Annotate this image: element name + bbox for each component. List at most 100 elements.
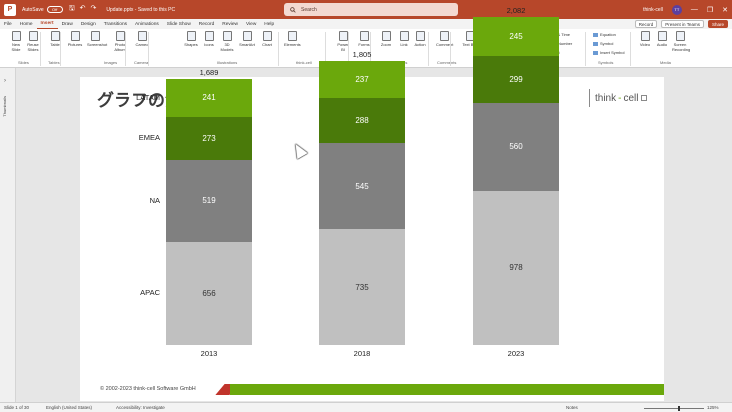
reuse-slides-icon (28, 31, 38, 41)
ribbon-button-shapes[interactable]: Shapes (183, 31, 199, 47)
avatar[interactable]: TT (671, 4, 682, 15)
tab-help[interactable]: Help (260, 19, 278, 29)
title-bar-right: think-cell TT — ❐ ✕ (643, 0, 728, 19)
quick-access-toolbar: 🖫 ↶ ↷ (69, 4, 97, 15)
ribbon-button-video[interactable]: Video (637, 31, 653, 47)
comment-icon (439, 31, 449, 41)
tab-animations[interactable]: Animations (131, 19, 163, 29)
audio-icon (657, 31, 667, 41)
ribbon-button-3d-models[interactable]: 3D Models (219, 31, 235, 52)
series-label-apac[interactable]: APAC (120, 288, 160, 297)
ribbon-button-audio[interactable]: Audio (654, 31, 670, 47)
ribbon-group-label: Tables (48, 60, 60, 65)
cameo-icon (137, 31, 147, 41)
logo-box-icon (641, 95, 648, 101)
share-button[interactable]: Share (707, 20, 728, 28)
power-bi-icon (338, 31, 348, 41)
ribbon-small-item-symbol[interactable]: Symbol (593, 41, 613, 46)
tab-review[interactable]: Review (218, 19, 242, 29)
thumbnails-pane[interactable]: › Thumbnails (0, 68, 16, 402)
ribbon-button-link[interactable]: Link (396, 31, 412, 47)
restore-icon[interactable]: ❐ (707, 6, 713, 14)
slide-canvas[interactable]: グラフの注釈 think - cell 656 519 273 241 1,689 2013 7… (80, 6, 664, 401)
search-box[interactable]: Search (284, 3, 458, 16)
tab-draw[interactable]: Draw (58, 19, 77, 29)
ribbon-button-reuse-slides[interactable]: Reuse Slides (25, 31, 41, 52)
bar-segment-latam-2013[interactable]: 241 (166, 78, 252, 117)
bar-segment-apac-2018[interactable]: 735 (319, 229, 405, 345)
ribbon-small-item-insert-symbol[interactable]: Insert Symbol (593, 50, 624, 55)
ribbon-button-icons[interactable]: Icons (201, 31, 217, 47)
bar-segment-na-2023[interactable]: 560 (473, 102, 559, 191)
ribbon-group-label: Symbols (598, 60, 614, 65)
x-axis-label-2013[interactable]: 2013 (166, 349, 252, 358)
tab-home[interactable]: Home (16, 19, 37, 29)
tab-record[interactable]: Record (195, 19, 218, 29)
x-axis-label-2018[interactable]: 2018 (319, 349, 405, 358)
ribbon-button-chart[interactable]: Chart (259, 31, 275, 47)
minimize-icon[interactable]: — (691, 6, 698, 13)
tab-transitions[interactable]: Transitions (100, 19, 131, 29)
ribbon-group-label: Media (660, 60, 671, 65)
action-icon (415, 31, 425, 41)
search-icon (290, 6, 296, 13)
ribbon-button-elements[interactable]: Elements (284, 31, 301, 47)
bar-segment-emea-2023[interactable]: 299 (473, 55, 559, 103)
present-in-teams-button[interactable]: Present in Teams (661, 20, 704, 28)
autosave-toggle[interactable]: Off (46, 6, 63, 13)
bar-segment-na-2013[interactable]: 519 (166, 159, 252, 242)
bar-segment-apac-2013[interactable]: 656 (166, 241, 252, 345)
screenshot-icon (90, 31, 100, 41)
series-label-emea[interactable]: EMEA (120, 133, 160, 142)
zoom-slider-thumb[interactable] (678, 406, 680, 411)
ribbon-button-pictures[interactable]: Pictures (67, 31, 83, 47)
chevron-right-icon[interactable]: › (4, 78, 6, 84)
ribbon-button-label: Shapes (184, 42, 198, 47)
series-label-na[interactable]: NA (120, 196, 160, 205)
ribbon-button-label: Action (414, 42, 426, 47)
tab-slide-show[interactable]: Slide Show (163, 19, 195, 29)
ribbon-button-screenshot[interactable]: Screenshot (87, 31, 107, 47)
tab-view[interactable]: View (242, 19, 260, 29)
bar-segment-latam-2018[interactable]: 237 (319, 60, 405, 99)
tab-design[interactable]: Design (77, 19, 100, 29)
zoom-level[interactable]: 125% (707, 405, 719, 410)
total-label-2013[interactable]: 1,689 (166, 68, 252, 77)
ribbon-button-label: Reuse Slides (27, 42, 39, 52)
save-icon[interactable]: 🖫 (69, 4, 75, 15)
accessibility-status[interactable]: Accessibility: Investigate (116, 405, 165, 410)
ribbon-button-zoom[interactable]: Zoom (378, 31, 394, 47)
bar-segment-apac-2023[interactable]: 978 (473, 190, 559, 345)
total-label-2018[interactable]: 1,805 (319, 50, 405, 59)
tab-file[interactable]: File (0, 19, 16, 29)
tab-insert[interactable]: Insert (36, 19, 58, 29)
notes-button[interactable]: Notes (566, 405, 578, 410)
record-button[interactable]: Record (634, 20, 658, 28)
bar-segment-na-2018[interactable]: 545 (319, 143, 405, 230)
ribbon-button-label: Photo Album (114, 42, 126, 52)
think-cell-logo: think - cell (589, 89, 648, 107)
ribbon-button-new-slide[interactable]: New Slide (8, 31, 24, 52)
ribbon-button-screen-recording[interactable]: Screen Recording (672, 31, 690, 52)
ribbon-group-separator (60, 32, 61, 66)
series-label-latam[interactable]: LATAM (120, 93, 160, 102)
slide-counter: Slide 1 of 30 (4, 405, 30, 410)
bar-segment-emea-2018[interactable]: 288 (319, 98, 405, 144)
total-label-2023[interactable]: 2,082 (473, 6, 559, 15)
ribbon-button-label: Audio (656, 42, 668, 47)
x-axis-label-2023[interactable]: 2023 (473, 349, 559, 358)
ribbon-small-item-equation[interactable]: Equation (593, 32, 616, 37)
user-name[interactable]: think-cell (643, 7, 663, 13)
zoom-slider[interactable] (644, 408, 704, 409)
language-status[interactable]: English (United States) (46, 405, 92, 410)
bar-segment-latam-2023[interactable]: 245 (473, 17, 559, 56)
ribbon-button-label: Table (50, 42, 60, 47)
shapes-icon (186, 31, 196, 41)
bar-segment-emea-2013[interactable]: 273 (166, 116, 252, 160)
redo-icon[interactable]: ↷ (91, 4, 97, 15)
undo-icon[interactable]: ↶ (80, 4, 86, 15)
close-icon[interactable]: ✕ (722, 6, 728, 14)
ribbon-button-smartart[interactable]: SmartArt (239, 31, 255, 47)
ribbon-button-action[interactable]: Action (412, 31, 428, 47)
document-title[interactable]: Update.pptx - Saved to this PC (106, 7, 175, 13)
